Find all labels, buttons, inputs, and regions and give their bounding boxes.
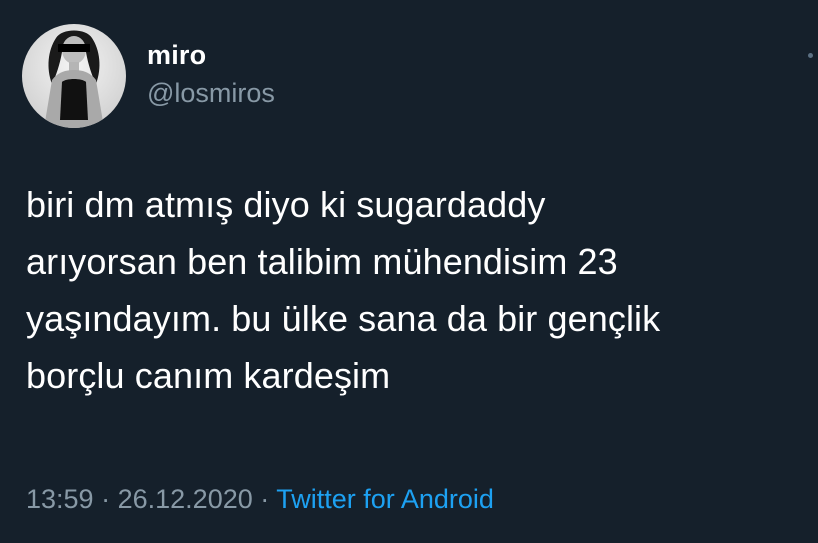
tweet-time[interactable]: 13:59 [26,484,94,514]
tweet-text: biri dm atmış diyo ki sugardaddy arıyors… [26,176,806,404]
tweet-source-link[interactable]: Twitter for Android [276,484,494,514]
more-options-icon[interactable] [808,53,813,58]
user-handle[interactable]: @losmiros [147,78,275,109]
tweet-line: biri dm atmış diyo ki sugardaddy [26,184,546,225]
avatar[interactable] [22,24,126,128]
profile-photo-icon [22,24,126,128]
display-name[interactable]: miro [147,40,206,71]
tweet-meta: 13:59 · 26.12.2020 · Twitter for Android [26,484,494,515]
tweet-line: arıyorsan ben talibim mühendisim 23 [26,241,618,282]
tweet-date[interactable]: 26.12.2020 [118,484,253,514]
meta-separator: · [260,484,270,514]
tweet-line: borçlu canım kardeşim [26,355,391,396]
tweet-line: yaşındayım. bu ülke sana da bir gençlik [26,298,661,339]
meta-separator: · [101,484,111,514]
